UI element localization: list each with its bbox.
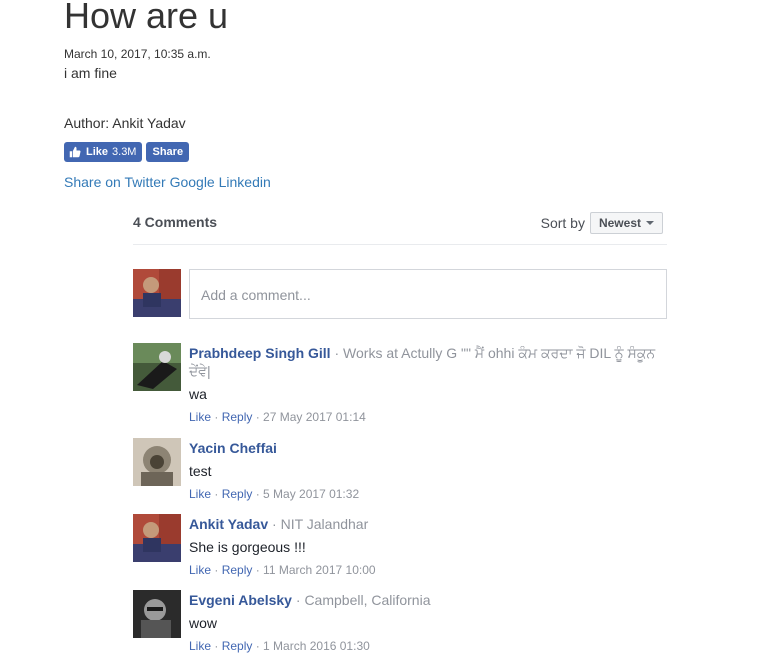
like-link[interactable]: Like: [189, 487, 211, 501]
comment-actions: Like · Reply · 11 March 2017 10:00: [189, 563, 376, 577]
comments-plugin: 4 Comments Sort by Newest Add a comment.…: [133, 206, 667, 653]
comment-text: wa: [189, 386, 207, 402]
post-date: March 10, 2017, 10:35 a.m.: [64, 47, 211, 61]
comment-timestamp[interactable]: 27 May 2017 01:14: [263, 410, 366, 424]
sort-label: Sort by: [540, 215, 585, 231]
comment-text: She is gorgeous !!!: [189, 539, 306, 555]
comment-author-meta: NIT Jalandhar: [280, 516, 369, 532]
reply-link[interactable]: Reply: [222, 639, 253, 653]
comment-actions: Like · Reply · 27 May 2017 01:14: [189, 410, 366, 424]
reply-link[interactable]: Reply: [222, 410, 253, 424]
avatar: [133, 590, 181, 638]
avatar: [133, 438, 181, 486]
caret-down-icon: [646, 221, 654, 225]
comment-header: Ankit Yadav · NIT Jalandhar: [189, 515, 667, 533]
comment-author[interactable]: Ankit Yadav: [189, 516, 268, 532]
comment-header: Evgeni Abelsky · Campbell, California: [189, 591, 667, 609]
thumbs-up-icon: [69, 146, 81, 158]
comments-header: 4 Comments Sort by Newest: [133, 206, 667, 245]
comment-author[interactable]: Prabhdeep Singh Gill: [189, 345, 331, 361]
avatar: [133, 269, 181, 317]
comments-count: 4 Comments: [133, 214, 218, 230]
like-link[interactable]: Like: [189, 563, 211, 577]
like-label: Like: [86, 146, 109, 158]
share-google-link[interactable]: Google: [170, 174, 215, 190]
post-title: How are u: [64, 0, 229, 36]
share-linkedin-link[interactable]: Linkedin: [219, 174, 271, 190]
post-author: Author: Ankit Yadav: [64, 115, 186, 131]
avatar: [133, 514, 181, 562]
like-link[interactable]: Like: [189, 639, 211, 653]
comment-text: test: [189, 463, 212, 479]
comment-author[interactable]: Yacin Cheffai: [189, 440, 277, 456]
like-link[interactable]: Like: [189, 410, 211, 424]
comment-actions: Like · Reply · 5 May 2017 01:32: [189, 487, 360, 501]
comment-author[interactable]: Evgeni Abelsky: [189, 592, 292, 608]
share-twitter-link[interactable]: Share on Twitter: [64, 174, 166, 190]
comment-header: Prabhdeep Singh Gill · Works at Actully …: [189, 344, 667, 380]
share-links: Share on Twitter Google Linkedin: [64, 174, 271, 190]
avatar: [133, 343, 181, 391]
comment-timestamp[interactable]: 1 March 2016 01:30: [263, 639, 370, 653]
comment-separator: ·: [334, 345, 344, 361]
comment-input[interactable]: Add a comment...: [189, 269, 667, 319]
comment-separator: ·: [272, 516, 281, 532]
facebook-buttons: Like 3.3M Share: [64, 142, 190, 162]
comment-actions: Like · Reply · 1 March 2016 01:30: [189, 639, 370, 653]
sort-value: Newest: [598, 216, 641, 230]
post-body: i am fine: [64, 65, 117, 81]
new-comment-row: Add a comment...: [133, 269, 667, 321]
comment-author-meta: Campbell, California: [304, 592, 431, 608]
facebook-share-button[interactable]: Share: [146, 142, 190, 162]
comment-text: wow: [189, 615, 218, 631]
facebook-like-button[interactable]: Like 3.3M: [64, 142, 143, 162]
sort-control: Sort by Newest: [541, 212, 663, 234]
comment-timestamp[interactable]: 5 May 2017 01:32: [263, 487, 359, 501]
sort-dropdown[interactable]: Newest: [589, 212, 663, 234]
comment-timestamp[interactable]: 11 March 2017 10:00: [263, 563, 376, 577]
like-count: 3.3M: [112, 146, 137, 158]
comment-header: Yacin Cheffai: [189, 439, 667, 457]
reply-link[interactable]: Reply: [222, 563, 253, 577]
reply-link[interactable]: Reply: [222, 487, 253, 501]
